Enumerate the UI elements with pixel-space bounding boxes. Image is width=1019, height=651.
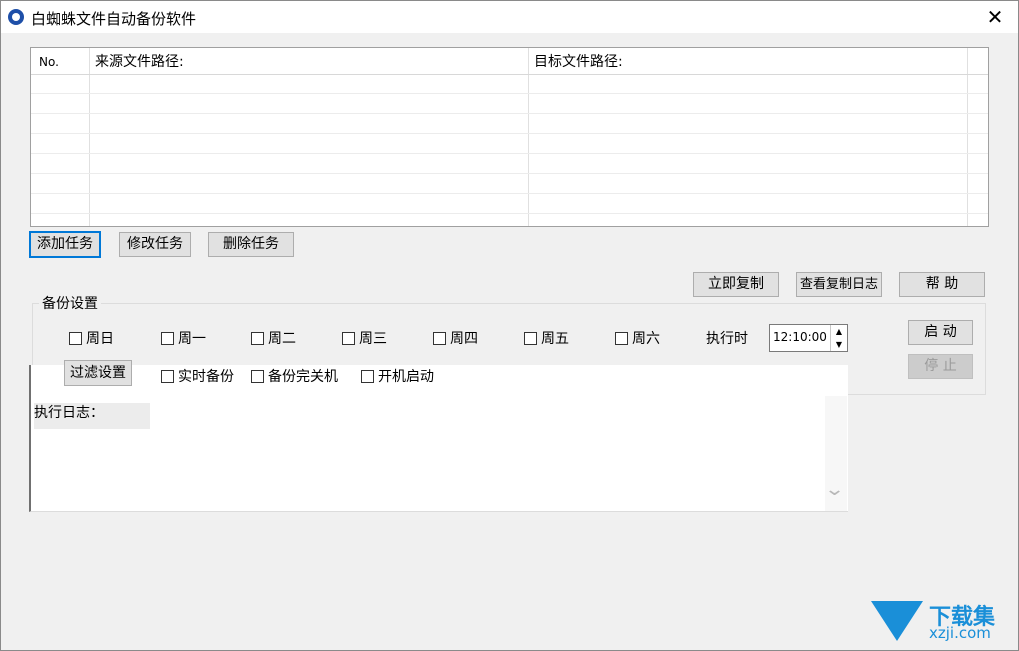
chevron-down-icon[interactable]: ⌄ [824,479,845,500]
filter-settings-button[interactable]: 过滤设置 [64,360,132,386]
column-header-no[interactable]: No. [39,48,59,76]
log-panel[interactable] [29,365,848,512]
title-bar: 白蜘蛛文件自动备份软件 ✕ [1,1,1018,33]
checkbox-sunday[interactable]: 周日 [69,328,114,348]
app-icon [8,9,24,25]
watermark-logo-icon [871,601,923,641]
exec-time-input[interactable]: 12:10:00 ▲ ▼ [769,324,848,352]
checkbox-box[interactable] [433,331,446,345]
help-button[interactable]: 帮 助 [899,272,985,297]
row-divider [31,133,988,134]
start-button[interactable]: 启 动 [908,320,973,345]
row-divider [31,213,988,214]
checkbox-box[interactable] [69,331,82,345]
checkbox-saturday[interactable]: 周六 [615,328,660,348]
checkbox-friday[interactable]: 周五 [524,328,569,348]
time-spinner[interactable]: ▲ ▼ [830,325,847,351]
close-button[interactable]: ✕ [972,1,1018,33]
row-divider [31,93,988,94]
window-title: 白蜘蛛文件自动备份软件 [31,10,197,28]
row-divider [31,193,988,194]
exec-time-value[interactable]: 12:10:00 [773,330,827,344]
checkbox-shutdown-after-backup[interactable]: 备份完关机 [251,366,338,386]
checkbox-monday[interactable]: 周一 [161,328,206,348]
checkbox-box[interactable] [615,331,628,345]
copy-now-button[interactable]: 立即复制 [693,272,779,297]
main-window: 白蜘蛛文件自动备份软件 ✕ No. 来源文件路径: 目标文件路径: 添加任务 修… [0,0,1019,651]
header-divider [31,74,988,75]
add-task-button[interactable]: 添加任务 [29,231,101,258]
log-label: 执行日志： [34,403,150,429]
delete-task-button[interactable]: 删除任务 [208,232,294,257]
row-divider [31,173,988,174]
checkbox-box[interactable] [524,331,537,345]
checkbox-startup-launch[interactable]: 开机启动 [361,366,434,386]
task-table[interactable]: No. 来源文件路径: 目标文件路径: [30,47,989,227]
checkbox-wednesday[interactable]: 周三 [342,328,387,348]
column-header-target[interactable]: 目标文件路径: [534,48,623,76]
exec-time-label: 执行时 [706,331,748,347]
checkbox-box[interactable] [361,369,374,383]
backup-settings-title: 备份设置 [39,293,101,313]
watermark-domain: xzji.com [929,624,991,642]
column-header-source[interactable]: 来源文件路径: [95,48,184,76]
spin-up-icon[interactable]: ▲ [831,325,847,338]
row-divider [31,113,988,114]
checkbox-realtime-backup[interactable]: 实时备份 [161,366,234,386]
checkbox-thursday[interactable]: 周四 [433,328,478,348]
row-divider [31,153,988,154]
checkbox-box[interactable] [161,369,174,383]
checkbox-box[interactable] [161,331,174,345]
edit-task-button[interactable]: 修改任务 [119,232,191,257]
stop-button[interactable]: 停 止 [908,354,973,379]
spin-down-icon[interactable]: ▼ [831,338,847,351]
view-copy-log-button[interactable]: 查看复制日志 [796,272,882,297]
checkbox-box[interactable] [251,369,264,383]
checkbox-box[interactable] [342,331,355,345]
checkbox-tuesday[interactable]: 周二 [251,328,296,348]
checkbox-box[interactable] [251,331,264,345]
